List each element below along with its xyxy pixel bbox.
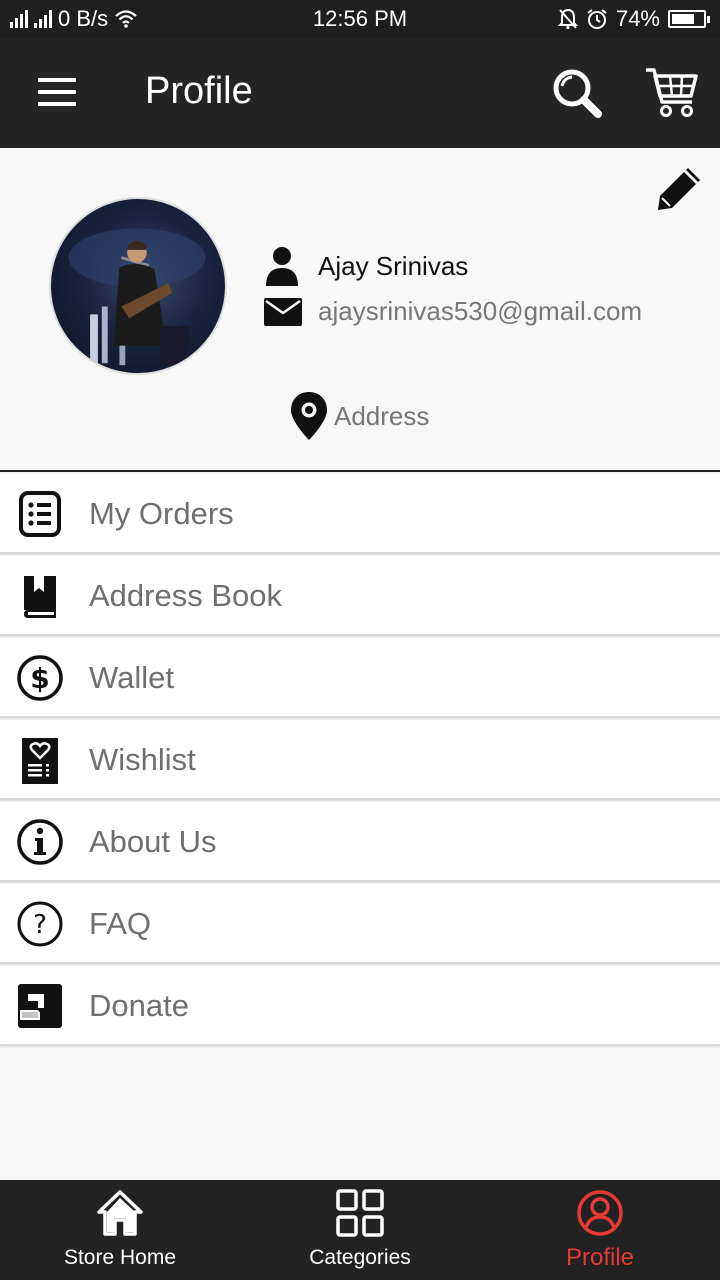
user-circle-icon (577, 1190, 623, 1236)
profile-address-row[interactable]: Address (290, 392, 429, 440)
alarm-icon (587, 9, 607, 29)
menu-item-wishlist[interactable]: Wishlist (0, 720, 720, 800)
menu-item-label: About Us (89, 824, 217, 859)
search-icon[interactable] (550, 66, 604, 120)
battery-icon (668, 10, 710, 28)
menu-item-label: My Orders (89, 496, 234, 531)
avatar[interactable] (49, 197, 227, 375)
nav-categories[interactable]: Categories (240, 1180, 480, 1280)
app-bar: Profile (0, 38, 720, 148)
profile-name: Ajay Srinivas (318, 250, 469, 281)
menu-item-my-orders[interactable]: My Orders (0, 474, 720, 554)
menu-item-donate[interactable]: Donate (0, 966, 720, 1046)
bell-off-icon (557, 8, 578, 30)
menu-item-address-book[interactable]: Address Book (0, 556, 720, 636)
grid-icon (336, 1189, 384, 1237)
menu-item-label: Donate (89, 988, 189, 1023)
menu-item-about-us[interactable]: About Us (0, 802, 720, 882)
nav-label: Profile (565, 1244, 635, 1271)
menu-item-label: Wallet (89, 660, 174, 695)
menu-item-label: Wishlist (89, 742, 196, 777)
home-icon (97, 1190, 143, 1236)
dollar-circle-icon: $ (17, 655, 63, 701)
profile-name-row: Ajay Srinivas (264, 246, 468, 286)
wishlist-heart-icon (22, 738, 58, 784)
pencil-icon[interactable] (654, 162, 706, 214)
user-icon (266, 247, 298, 286)
nav-label: Store Home (63, 1246, 177, 1269)
profile-menu: My Orders Address Book $ Wallet Wishlist (0, 474, 720, 1048)
menu-item-label: Address Book (89, 578, 282, 613)
profile-email: ajaysrinivas530@gmail.com (318, 296, 643, 326)
nav-label: Categories (309, 1246, 411, 1269)
avatar-photo (68, 228, 206, 366)
location-pin-icon (291, 392, 327, 440)
bottom-navigation: Store Home Categories Profile (0, 1180, 720, 1280)
nav-store-home[interactable]: Store Home (0, 1180, 240, 1280)
page-title: Profile (145, 70, 253, 112)
book-icon (24, 576, 56, 618)
mail-icon (264, 297, 302, 326)
battery-fill (672, 14, 695, 24)
svg-text:?: ? (33, 910, 47, 940)
battery-percent: 74% (615, 6, 660, 31)
menu-item-label: FAQ (89, 906, 152, 941)
question-icon: ? (17, 901, 63, 947)
info-icon (17, 819, 63, 865)
status-bar: 0 B/s 12:56 PM 74% (0, 0, 720, 38)
hamburger-menu-icon[interactable] (38, 78, 76, 106)
svg-text:$: $ (30, 662, 49, 695)
donate-icon (18, 984, 62, 1028)
shopping-cart-icon[interactable] (644, 64, 700, 120)
menu-item-wallet[interactable]: $ Wallet (0, 638, 720, 718)
status-right: 74% (557, 6, 710, 32)
nav-profile[interactable]: Profile (480, 1180, 720, 1280)
profile-email-row: ajaysrinivas530@gmail.com (264, 296, 642, 327)
menu-item-faq[interactable]: ? FAQ (0, 884, 720, 964)
profile-address: Address (334, 400, 430, 431)
profile-header: Ajay Srinivas ajaysrinivas530@gmail.com … (0, 148, 720, 472)
orders-list-icon (19, 491, 61, 537)
